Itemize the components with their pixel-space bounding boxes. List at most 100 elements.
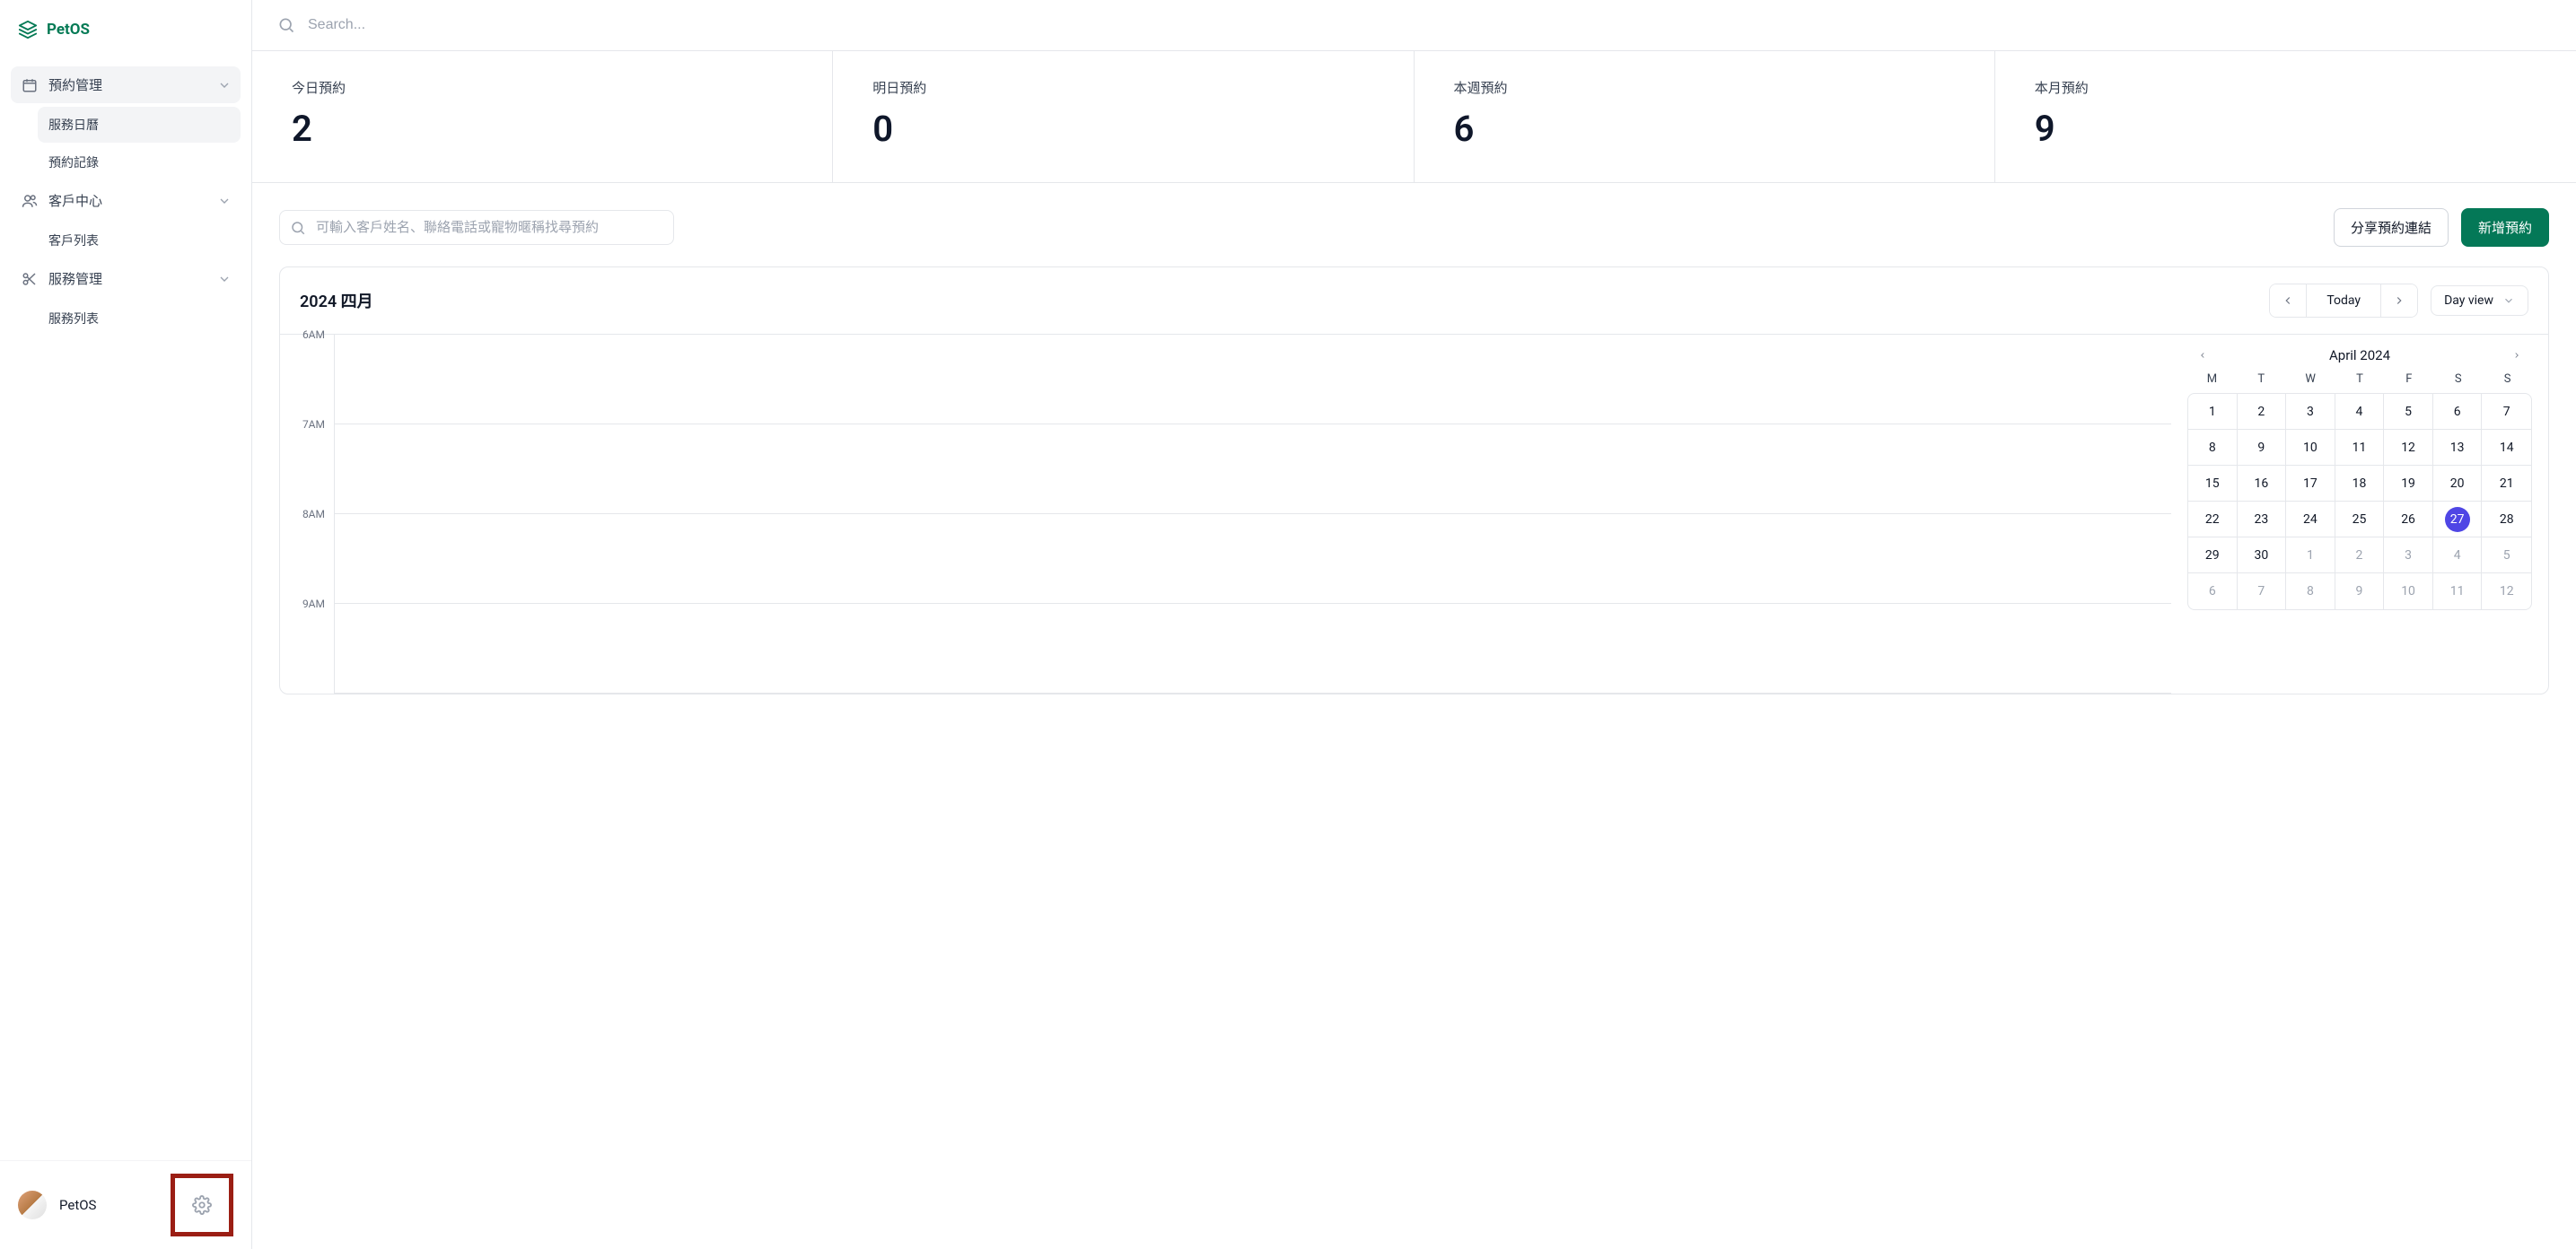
mini-day[interactable]: 10 [2286, 430, 2335, 466]
main: 今日預約 2 明日預約 0 本週預約 6 本月預約 9 [252, 0, 2576, 1249]
hour-slot[interactable] [334, 514, 2171, 604]
mini-day[interactable]: 21 [2482, 466, 2531, 502]
share-link-button[interactable]: 分享預約連結 [2334, 208, 2449, 247]
avatar[interactable] [18, 1191, 47, 1219]
stat-value: 0 [872, 108, 1373, 150]
nav-item-customer-list[interactable]: 客戶列表 [38, 223, 241, 258]
hour-label: 7AM [280, 418, 334, 508]
mini-day[interactable]: 15 [2188, 466, 2238, 502]
mini-day[interactable]: 8 [2286, 573, 2335, 609]
nav-group-appointments[interactable]: 預約管理 [11, 66, 241, 103]
day-view[interactable]: 6AM7AM8AM9AM [280, 335, 2171, 694]
mini-day[interactable]: 25 [2335, 502, 2385, 537]
hour-slot[interactable] [334, 604, 2171, 694]
weekday-label: M [2187, 372, 2237, 386]
nav-group-services[interactable]: 服務管理 [11, 260, 241, 297]
chevron-down-icon [2502, 294, 2515, 307]
mini-day[interactable]: 19 [2384, 466, 2433, 502]
stat-value: 2 [292, 108, 793, 150]
today-button[interactable]: Today [2306, 284, 2381, 317]
nav-group-customers[interactable]: 客戶中心 [11, 182, 241, 219]
appointment-filter-input[interactable] [279, 210, 674, 245]
mini-day[interactable]: 3 [2384, 537, 2433, 573]
prev-day-button[interactable] [2270, 284, 2306, 317]
mini-day[interactable]: 4 [2433, 537, 2483, 573]
mini-day[interactable]: 9 [2238, 430, 2287, 466]
mini-day[interactable]: 12 [2482, 573, 2531, 609]
mini-day[interactable]: 7 [2238, 573, 2287, 609]
mini-day[interactable]: 11 [2433, 573, 2483, 609]
mini-day[interactable]: 7 [2482, 394, 2531, 430]
mini-day[interactable]: 14 [2482, 430, 2531, 466]
panel-title: 2024 四月 [300, 289, 373, 312]
weekday-label: T [2335, 372, 2385, 386]
mini-day[interactable]: 17 [2286, 466, 2335, 502]
mini-day[interactable]: 20 [2433, 466, 2483, 502]
chevron-right-icon [2393, 294, 2405, 307]
mini-day[interactable]: 1 [2188, 394, 2238, 430]
mini-day[interactable]: 10 [2384, 573, 2433, 609]
prev-month-button[interactable] [2195, 347, 2211, 363]
stat-label: 本週預約 [1454, 78, 1955, 97]
mini-day[interactable]: 23 [2238, 502, 2287, 537]
nav-item-service-list[interactable]: 服務列表 [38, 301, 241, 336]
new-appointment-button[interactable]: 新增預約 [2461, 208, 2549, 247]
mini-day[interactable]: 30 [2238, 537, 2287, 573]
mini-day[interactable]: 6 [2188, 573, 2238, 609]
search-icon [277, 16, 295, 34]
calendar-panel: 2024 四月 Today Day view [279, 266, 2549, 694]
nav-group-label: 服務管理 [48, 269, 102, 288]
mini-day[interactable]: 18 [2335, 466, 2385, 502]
stat-week: 本週預約 6 [1415, 51, 1995, 182]
mini-day[interactable]: 12 [2384, 430, 2433, 466]
mini-day[interactable]: 2 [2238, 394, 2287, 430]
mini-day[interactable]: 1 [2286, 537, 2335, 573]
stat-label: 明日預約 [872, 78, 1373, 97]
sidebar: PetOS 預約管理 服務日曆 預約記錄 客戶中心 [0, 0, 252, 1249]
next-day-button[interactable] [2381, 284, 2417, 317]
calendar-icon [22, 77, 38, 93]
chevron-left-icon [2282, 294, 2294, 307]
mini-day[interactable]: 24 [2286, 502, 2335, 537]
hour-label: 9AM [280, 598, 334, 687]
mini-day[interactable]: 6 [2433, 394, 2483, 430]
gear-icon[interactable] [192, 1195, 212, 1215]
mini-day[interactable]: 26 [2384, 502, 2433, 537]
next-month-button[interactable] [2509, 347, 2525, 363]
stat-value: 6 [1454, 108, 1955, 150]
mini-day[interactable]: 13 [2433, 430, 2483, 466]
mini-day[interactable]: 9 [2335, 573, 2385, 609]
mini-day[interactable]: 11 [2335, 430, 2385, 466]
users-icon [22, 193, 38, 209]
hour-slot[interactable] [334, 424, 2171, 514]
nav: 預約管理 服務日曆 預約記錄 客戶中心 客戶列表 [0, 59, 251, 1160]
hour-slot[interactable] [334, 335, 2171, 424]
brand-logo[interactable]: PetOS [0, 0, 251, 59]
mini-day[interactable]: 16 [2238, 466, 2287, 502]
mini-day[interactable]: 5 [2384, 394, 2433, 430]
mini-day[interactable]: 3 [2286, 394, 2335, 430]
mini-day[interactable]: 5 [2482, 537, 2531, 573]
mini-day[interactable]: 8 [2188, 430, 2238, 466]
stat-value: 9 [2035, 108, 2537, 150]
topbar [252, 0, 2576, 51]
mini-day[interactable]: 28 [2482, 502, 2531, 537]
global-search-input[interactable] [308, 17, 2551, 33]
mini-day[interactable]: 22 [2188, 502, 2238, 537]
layers-icon [18, 20, 38, 39]
mini-day[interactable]: 2 [2335, 537, 2385, 573]
stat-month: 本月預約 9 [1995, 51, 2576, 182]
user-name: PetOS [59, 1197, 158, 1213]
nav-item-service-calendar[interactable]: 服務日曆 [38, 107, 241, 143]
action-row: 分享預約連結 新增預約 [279, 208, 2549, 247]
nav-item-appointment-records[interactable]: 預約記錄 [38, 144, 241, 180]
view-selector[interactable]: Day view [2431, 285, 2528, 316]
stat-tomorrow: 明日預約 0 [833, 51, 1414, 182]
mini-day[interactable]: 27 [2433, 502, 2483, 537]
nav-group-label: 客戶中心 [48, 191, 102, 210]
mini-day[interactable]: 29 [2188, 537, 2238, 573]
chevron-down-icon [217, 272, 232, 286]
filter-wrapper [279, 210, 674, 245]
chevron-down-icon [217, 78, 232, 92]
mini-day[interactable]: 4 [2335, 394, 2385, 430]
